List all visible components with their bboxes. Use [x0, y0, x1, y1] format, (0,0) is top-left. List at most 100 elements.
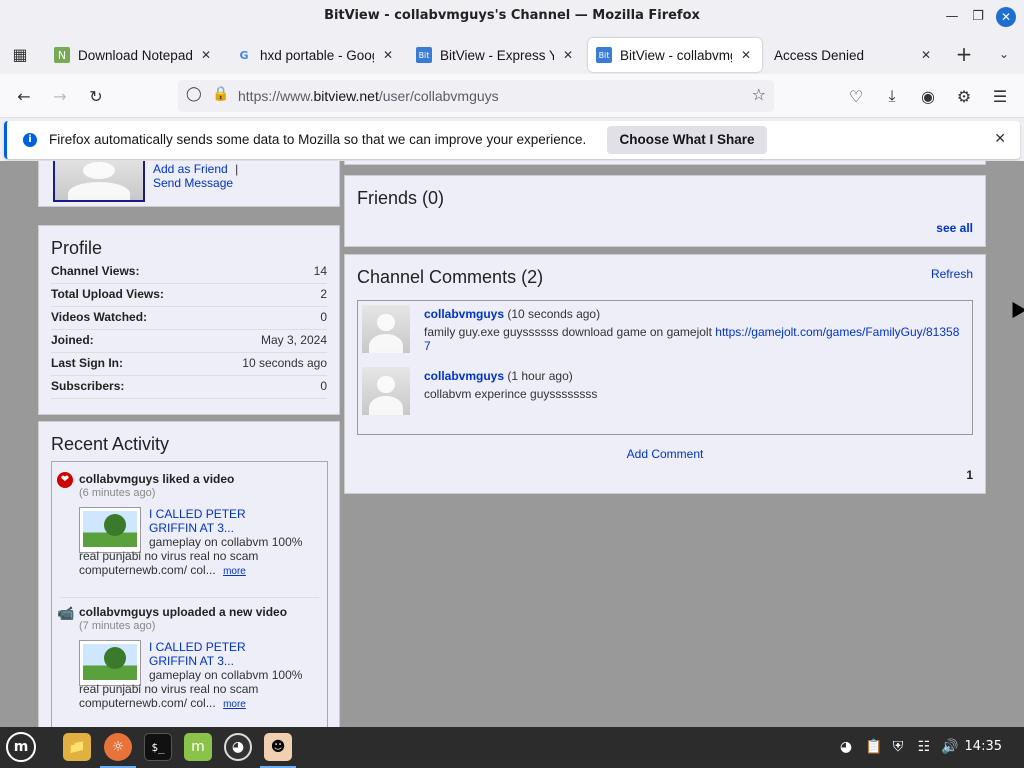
notepad-icon: N	[54, 47, 70, 63]
taskbar: m 📁 ☼ $_ m ◕ ☻ ◕ 📋 ⛨ ☷ 🔊 14:35	[0, 727, 1024, 768]
see-all-link[interactable]: see all	[936, 221, 973, 235]
channel-comments-heading: Channel Comments (2)	[357, 267, 544, 287]
shield-icon[interactable]: ◯	[186, 86, 202, 102]
close-window-button[interactable]: ✕	[996, 7, 1016, 27]
bitview-icon: Bit	[596, 47, 612, 63]
tab-hxd-portable[interactable]: G hxd portable - Googl ✕	[228, 38, 404, 72]
forward-button[interactable]: →	[48, 84, 72, 108]
clipboard-icon[interactable]: 📋	[864, 737, 884, 757]
friends-panel: Friends (0) see all	[344, 175, 986, 247]
reload-button[interactable]: ↻	[84, 84, 108, 108]
row-label: Subscribers:	[51, 379, 125, 393]
family-guy-icon[interactable]: ☻	[264, 733, 292, 761]
mint-menu-icon[interactable]: m	[6, 732, 36, 762]
obs-icon[interactable]: ◕	[224, 733, 252, 761]
profile-header-panel: Add as Friend | Send Message	[38, 161, 340, 207]
profile-heading: Profile	[51, 238, 103, 258]
lock-icon[interactable]: 🔒	[212, 86, 229, 102]
software-manager-icon[interactable]: m	[184, 733, 212, 761]
scrollbar[interactable]	[992, 161, 1024, 727]
divider	[60, 597, 319, 598]
close-icon[interactable]: ✕	[560, 48, 576, 62]
navigation-toolbar: ← → ↻ ◯ 🔒 https://www.bitview.net/user/c…	[0, 74, 1024, 118]
tab-bitview-express[interactable]: Bit BitView - Express Yo ✕	[408, 38, 584, 72]
extensions-icon[interactable]: ⚙	[952, 84, 976, 108]
bitview-icon: Bit	[416, 47, 432, 63]
window-title: BitView - collabvmguys's Channel — Mozil…	[324, 8, 700, 23]
row-value: 2	[320, 287, 327, 301]
url-prefix: https://www.	[238, 88, 314, 104]
comment-time: (10 seconds ago)	[507, 307, 601, 321]
heart-icon: ❤	[57, 472, 73, 488]
more-link[interactable]: more	[223, 566, 246, 577]
tab-access-denied[interactable]: Access Denied ✕	[766, 38, 942, 72]
tab-bar: ▦ N Download Notepad+ ✕ G hxd portable -…	[0, 34, 1024, 74]
back-button[interactable]: ←	[12, 84, 36, 108]
maximize-button[interactable]: ❐	[968, 7, 988, 27]
minimize-button[interactable]: —	[942, 7, 962, 27]
new-tab-button[interactable]: +	[952, 42, 976, 66]
tab-overview-icon[interactable]: ▦	[8, 42, 32, 66]
add-comment-link[interactable]: Add Comment	[345, 447, 985, 461]
tab-label: Access Denied	[774, 47, 865, 63]
video-title-link[interactable]: I CALLED PETER GRIFFIN AT 3...	[149, 507, 279, 535]
chevron-down-icon[interactable]: ⌄	[992, 42, 1016, 66]
recent-activity-panel: Recent Activity ❤ collabvmguys liked a v…	[38, 421, 340, 727]
volume-icon[interactable]: 🔊	[940, 737, 960, 757]
url-domain: bitview.net	[313, 88, 379, 104]
tab-label: BitView - collabvmgu	[620, 47, 732, 63]
menu-icon[interactable]: ☰	[988, 84, 1012, 108]
page-number[interactable]: 1	[966, 468, 973, 482]
tab-download-notepad[interactable]: N Download Notepad+ ✕	[46, 38, 222, 72]
bookmark-star-icon[interactable]: ☆	[752, 85, 766, 104]
obs-tray-icon[interactable]: ◕	[836, 737, 856, 757]
tab-bitview-collabvmguys[interactable]: Bit BitView - collabvmgu ✕	[588, 38, 762, 72]
row-value: 10 seconds ago	[242, 356, 327, 370]
profile-row: Videos Watched: 0	[51, 307, 327, 330]
activity-time: (6 minutes ago)	[79, 487, 156, 499]
refresh-link[interactable]: Refresh	[931, 267, 973, 281]
comment-time: (1 hour ago)	[507, 369, 573, 383]
url-bar[interactable]: ◯ 🔒 https://www.bitview.net/user/collabv…	[178, 80, 774, 112]
avatar[interactable]	[53, 161, 145, 202]
comment-text: collabvm experince guyssssssss	[424, 387, 598, 401]
activity-time: (7 minutes ago)	[79, 620, 156, 632]
url-text[interactable]: https://www.bitview.net/user/collabvmguy…	[238, 88, 499, 104]
comment-header: collabvmguys (10 seconds ago)	[424, 307, 600, 321]
comment-author-link[interactable]: collabvmguys	[424, 369, 504, 383]
choose-what-i-share-button[interactable]: Choose What I Share	[607, 126, 767, 154]
avatar[interactable]	[362, 367, 410, 415]
close-icon[interactable]: ✕	[994, 131, 1006, 147]
shield-icon[interactable]: ⛨	[888, 737, 908, 757]
comment-author-link[interactable]: collabvmguys	[424, 307, 504, 321]
downloads-icon[interactable]: ⤓	[880, 84, 904, 108]
comment-body: family guy.exe guyssssss download game o…	[424, 325, 964, 353]
close-icon[interactable]: ✕	[738, 48, 754, 62]
send-message-link[interactable]: Send Message	[153, 176, 233, 190]
comment-text: family guy.exe guyssssss download game o…	[424, 325, 716, 339]
row-label: Last Sign In:	[51, 356, 123, 370]
description-text: gameplay on collabvm 100% real punjabi n…	[79, 535, 303, 577]
clock[interactable]: 14:35	[965, 739, 1002, 754]
more-link[interactable]: more	[223, 699, 246, 710]
profile-row: Total Upload Views: 2	[51, 284, 327, 307]
avatar[interactable]	[362, 305, 410, 353]
terminal-icon[interactable]: $_	[144, 733, 172, 761]
network-icon[interactable]: ☷	[914, 737, 934, 757]
account-icon[interactable]: ◉	[916, 84, 940, 108]
top-panel-edge	[344, 161, 986, 165]
video-description: gameplay on collabvm 100% real punjabi n…	[79, 668, 309, 712]
close-icon[interactable]: ✕	[198, 48, 214, 62]
add-as-friend-link[interactable]: Add as Friend	[153, 162, 228, 176]
close-icon[interactable]: ✕	[918, 48, 934, 62]
close-icon[interactable]: ✕	[380, 48, 396, 62]
profile-panel: Profile Channel Views: 14 Total Upload Vi…	[38, 225, 340, 415]
folder-icon[interactable]: 📁	[63, 733, 91, 761]
profile-row: Channel Views: 14	[51, 261, 327, 284]
pocket-icon[interactable]: ♡	[844, 84, 868, 108]
video-title-link[interactable]: I CALLED PETER GRIFFIN AT 3...	[149, 640, 279, 668]
tab-label: BitView - Express Yo	[440, 47, 554, 63]
activity-headline: collabvmguys uploaded a new video	[79, 605, 288, 619]
profile-row: Subscribers: 0	[51, 376, 327, 399]
firefox-icon[interactable]: ☼	[104, 733, 132, 761]
